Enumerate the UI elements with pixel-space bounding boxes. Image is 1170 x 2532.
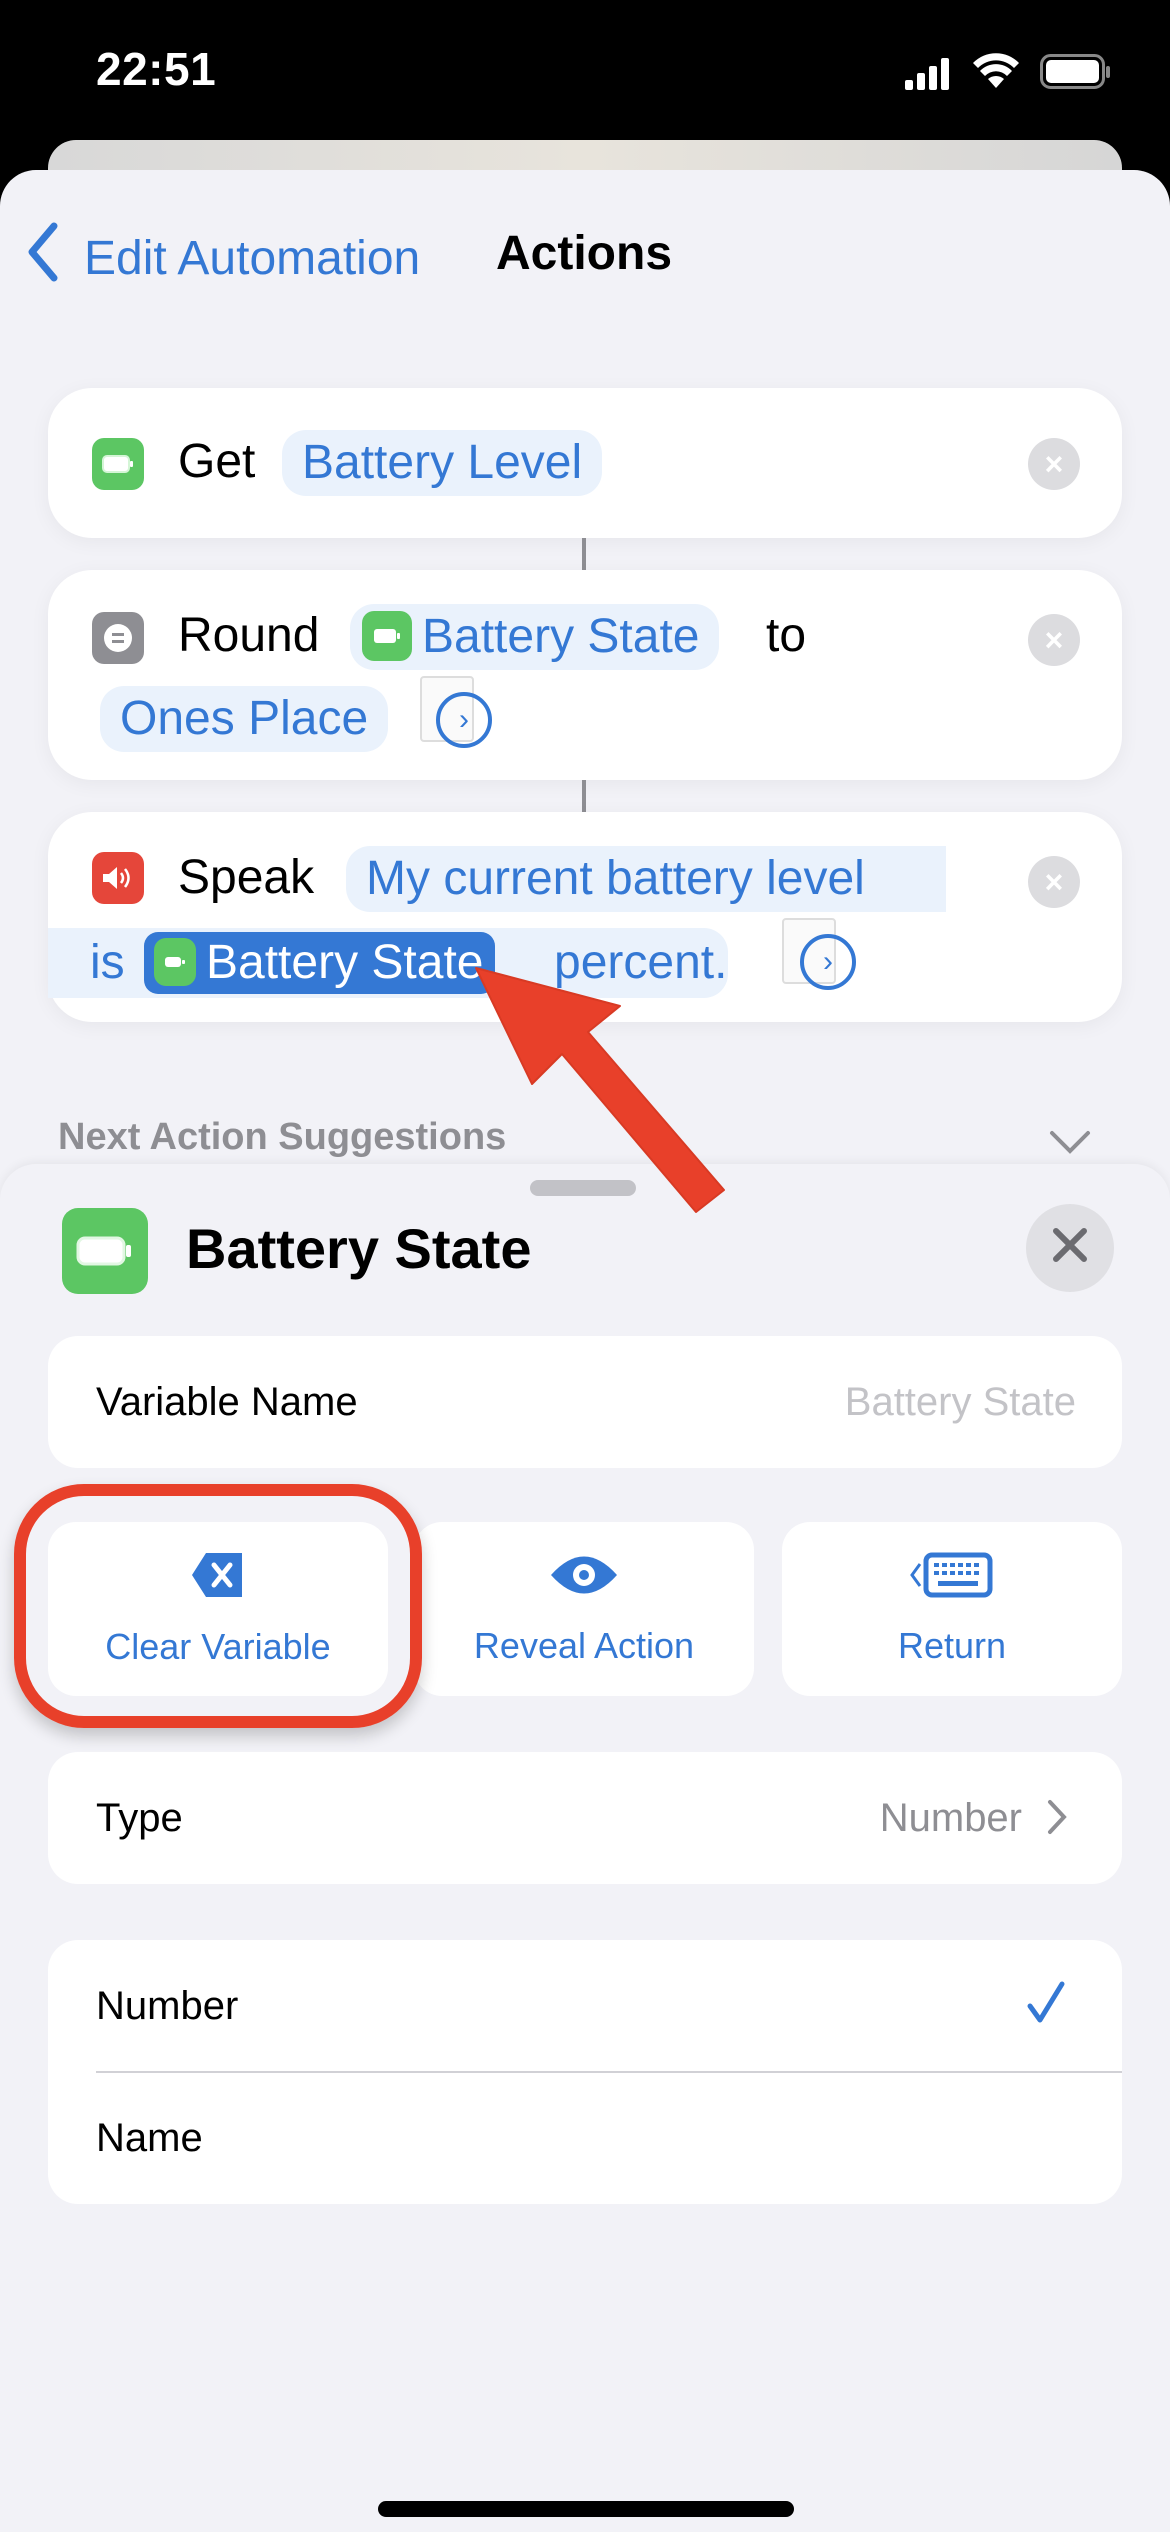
eye-icon [549, 1552, 619, 1603]
option-label: Name [96, 2116, 203, 2160]
type-label: Type [96, 1796, 183, 1840]
back-label: Edit Automation [84, 231, 421, 285]
reveal-action-button[interactable]: Reveal Action [414, 1522, 754, 1696]
home-indicator[interactable] [378, 2501, 794, 2517]
action-card-get[interactable]: Get Battery Level × [48, 388, 1122, 538]
speak-text-is: is [90, 936, 125, 989]
show-more-button[interactable]: › [436, 692, 492, 748]
variable-token-label: Battery State [206, 936, 484, 989]
battery-icon [154, 938, 196, 987]
action-verb: Speak [178, 851, 315, 904]
variable-name-label: Variable Name [96, 1380, 358, 1424]
close-drawer-button[interactable] [1026, 1204, 1114, 1292]
cellular-signal-icon [905, 58, 951, 95]
keyboard-return-icon [910, 1552, 994, 1603]
variable-token-label: Battery State [422, 610, 700, 663]
type-value: Number [879, 1796, 1022, 1840]
variable-token[interactable]: Battery State [350, 604, 720, 670]
remove-action-button[interactable]: × [1028, 614, 1080, 666]
calculator-icon [92, 612, 144, 664]
remove-action-button[interactable]: × [1028, 438, 1080, 490]
option-row-name[interactable]: Name [48, 2072, 1122, 2204]
battery-icon [92, 438, 144, 490]
action-connector [582, 780, 586, 812]
connector-word: to [766, 609, 807, 662]
checkmark-icon [1026, 1980, 1066, 2031]
page-title: Actions [496, 227, 673, 280]
show-more-button[interactable]: › [800, 934, 856, 990]
battery-icon [1040, 54, 1112, 95]
speaker-icon [92, 852, 144, 904]
chevron-left-icon [24, 220, 64, 296]
battery-icon [362, 611, 412, 662]
chevron-down-icon[interactable] [1048, 1128, 1092, 1161]
return-label: Return [897, 1624, 1007, 1666]
option-row-number[interactable]: Number [48, 1940, 1122, 2072]
parameter-token[interactable]: Ones Place [100, 686, 389, 752]
parameter-token[interactable]: Battery Level [282, 430, 603, 496]
chevron-right-icon [1046, 1798, 1068, 1841]
action-card-round[interactable]: Round Battery State to × Ones Place › [48, 570, 1122, 780]
action-connector [582, 538, 586, 570]
back-button[interactable]: Edit Automation [24, 220, 420, 296]
drawer-title: Battery State [186, 1217, 532, 1280]
variable-name-input[interactable]: Battery State [845, 1380, 1076, 1425]
type-row[interactable]: Type Number [48, 1752, 1122, 1884]
next-action-suggestions-label[interactable]: Next Action Suggestions [58, 1116, 506, 1159]
reveal-action-label: Reveal Action [473, 1624, 695, 1666]
close-icon [1050, 1219, 1090, 1277]
return-button[interactable]: Return [782, 1522, 1122, 1696]
wifi-icon [972, 52, 1020, 95]
battery-icon [62, 1208, 148, 1294]
variable-token-selected[interactable]: Battery State [144, 932, 496, 994]
option-label: Number [96, 1984, 239, 2028]
type-options-list: Number Name [48, 1940, 1122, 2204]
action-verb: Get [178, 435, 256, 488]
action-verb: Round [178, 609, 320, 662]
status-time: 22:51 [96, 43, 217, 95]
remove-action-button[interactable]: × [1028, 856, 1080, 908]
annotation-arrow [460, 960, 740, 1225]
variable-name-row[interactable]: Variable Name Battery State [48, 1336, 1122, 1468]
annotation-highlight-ring [14, 1484, 422, 1728]
speak-text-line1[interactable]: My current battery level [346, 846, 946, 912]
